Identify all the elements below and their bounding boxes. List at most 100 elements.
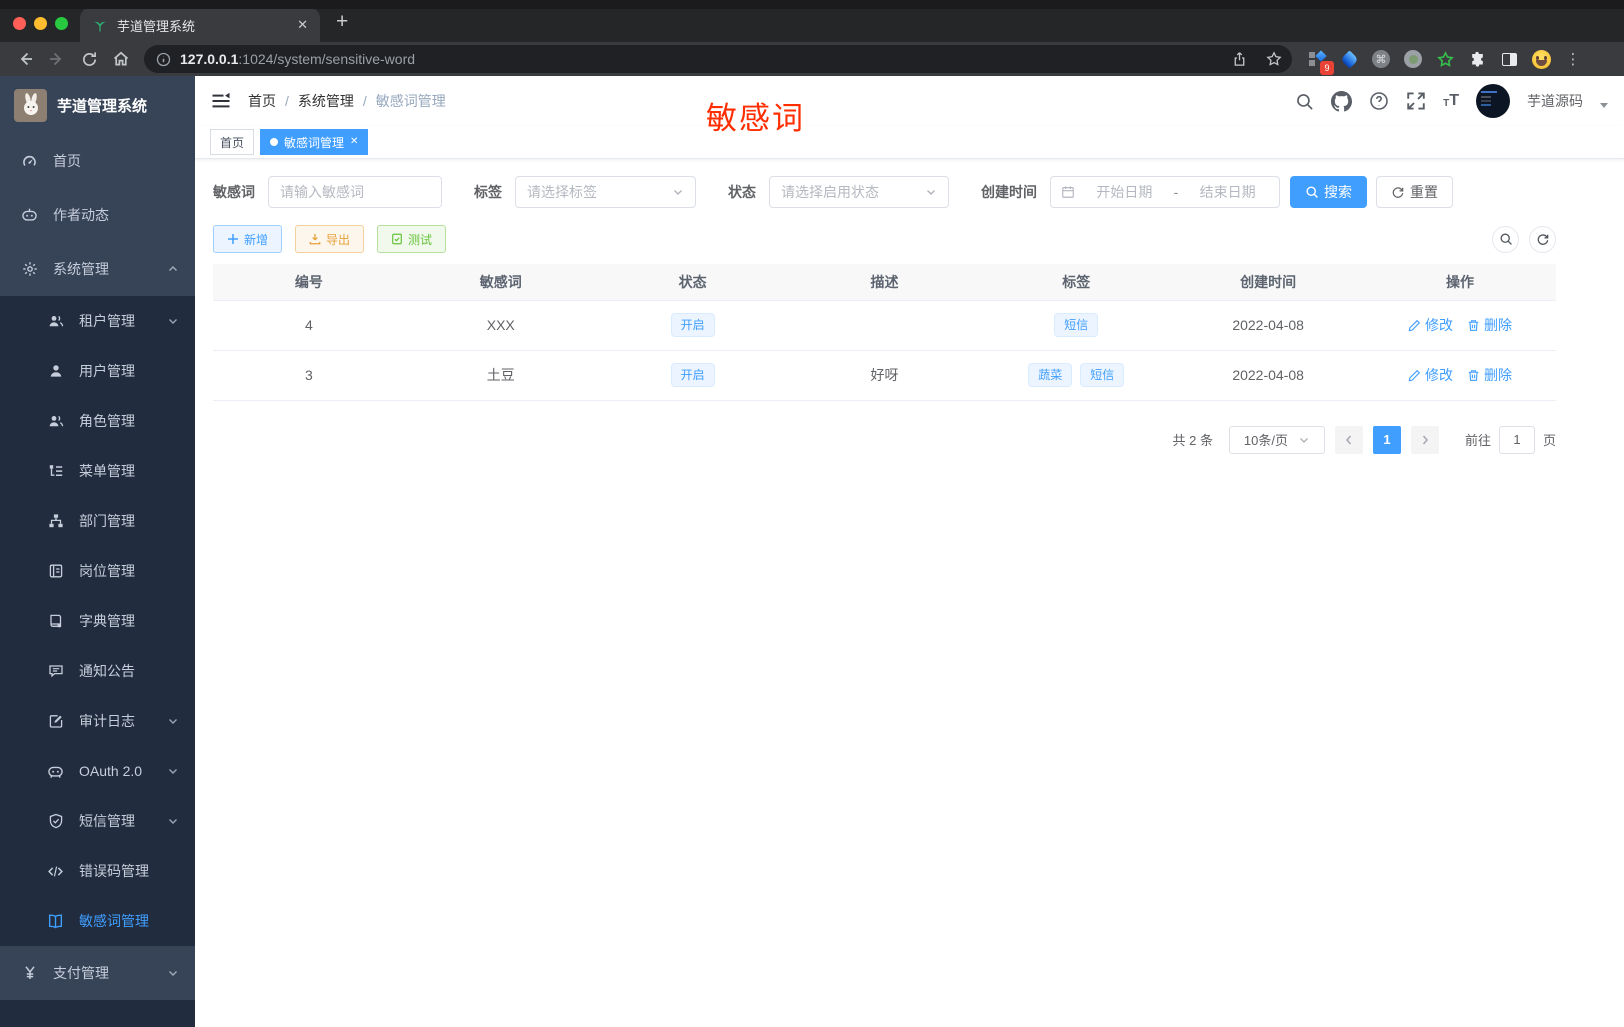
sidebar-item-作者动态[interactable]: 作者动态 [0, 188, 195, 242]
dashboard-icon [21, 153, 38, 170]
sidebar-item-字典管理[interactable]: 字典管理 [0, 596, 195, 646]
delete-link[interactable]: 删除 [1467, 315, 1512, 335]
rabbit-logo-icon [14, 88, 47, 122]
app-logo[interactable]: 芋道管理系统 [0, 76, 195, 134]
breadcrumb-item[interactable]: 首页 [248, 91, 276, 111]
prev-page-icon[interactable] [1334, 425, 1363, 454]
test-button[interactable]: 测试 [377, 225, 447, 253]
keyword-input[interactable] [280, 184, 430, 200]
date-separator: - [1173, 184, 1179, 200]
kite-extension-icon[interactable] [1336, 46, 1362, 72]
sidebar-item-错误码管理[interactable]: 错误码管理 [0, 846, 195, 896]
sidebar-item-用户管理[interactable]: 用户管理 [0, 346, 195, 396]
reload-icon[interactable] [74, 45, 104, 73]
sidebar-item-部门管理[interactable]: 部门管理 [0, 496, 195, 546]
profile-avatar-emoji[interactable] [1528, 46, 1554, 72]
sidebar-item-岗位管理[interactable]: 岗位管理 [0, 546, 195, 596]
page-content: 敏感词 标签 请选择标签 状态 [195, 159, 1624, 1027]
sidebar-item-敏感词管理[interactable]: 敏感词管理 [0, 896, 195, 946]
command-extension-icon[interactable]: ⌘ [1368, 46, 1394, 72]
home-icon[interactable] [106, 45, 136, 73]
record-extension-icon[interactable] [1400, 46, 1426, 72]
url-text: 127.0.0.1:1024/system/sensitive-word [180, 51, 1217, 67]
sidebar-item-租户管理[interactable]: 租户管理 [0, 296, 195, 346]
tenant-users-icon [47, 313, 64, 330]
sidebar-item-label: 短信管理 [79, 813, 135, 829]
cell-id: 3 [213, 350, 405, 401]
table-row: 4 XXX 开启 短信 2022-04-08 修改 删除 [213, 300, 1556, 351]
export-button[interactable]: 导出 [295, 225, 365, 253]
cell-description [788, 300, 981, 351]
current-page-button[interactable]: 1 [1372, 425, 1401, 454]
calendar-icon [1061, 185, 1075, 199]
github-icon[interactable] [1331, 90, 1353, 112]
cell-tags: 短信 [980, 300, 1173, 351]
sidebar-item-label: 通知公告 [79, 663, 135, 679]
site-info-icon[interactable] [156, 52, 171, 67]
pagination: 共 2 条 10条/页 1 前往 页 [213, 425, 1556, 454]
sidebar-item-通知公告[interactable]: 通知公告 [0, 646, 195, 696]
breadcrumb-separator: / [362, 93, 367, 109]
search-button[interactable]: 搜索 [1290, 176, 1367, 208]
maximize-window-button[interactable] [55, 17, 68, 30]
side-panel-icon[interactable] [1496, 46, 1522, 72]
sidebar-item-支付管理[interactable]: 支付管理 [0, 946, 195, 1000]
next-page-icon[interactable] [1410, 425, 1439, 454]
tag-select[interactable]: 请选择标签 [515, 176, 696, 208]
help-icon[interactable] [1369, 91, 1389, 111]
new-tab-button[interactable]: + [336, 10, 348, 34]
tab-close-icon[interactable]: ✕ [297, 17, 308, 33]
sidebar-item-角色管理[interactable]: 角色管理 [0, 396, 195, 446]
tag-view-首页[interactable]: 首页 [210, 129, 255, 155]
search-icon[interactable] [1295, 92, 1314, 111]
tag-view-敏感词管理[interactable]: 敏感词管理 ✕ [260, 129, 369, 155]
toggle-search-icon[interactable] [1492, 225, 1519, 253]
refresh-table-icon[interactable] [1529, 225, 1556, 253]
url-path: :1024/system/sensitive-word [238, 51, 416, 67]
back-icon[interactable] [10, 45, 40, 73]
green-star-extension-icon[interactable] [1432, 46, 1458, 72]
sidebar-item-label: 部门管理 [79, 513, 135, 529]
sidebar-item-OAuth 2.0[interactable]: OAuth 2.0 [0, 746, 195, 796]
bookmark-star-icon[interactable] [1261, 46, 1287, 72]
sidebar-item-首页[interactable]: 首页 [0, 134, 195, 188]
status-select-placeholder: 请选择启用状态 [781, 184, 879, 200]
sidebar-item-系统管理[interactable]: 系统管理 [0, 242, 195, 296]
edit-link[interactable]: 修改 [1408, 365, 1453, 385]
page-size-select[interactable]: 10条/页 [1228, 425, 1325, 454]
extension-grid-icon[interactable]: 9 [1304, 46, 1334, 75]
sidebar-item-label: 用户管理 [79, 363, 135, 379]
browser-tab[interactable]: 芋道管理系统 ✕ [80, 8, 320, 42]
breadcrumb-item: 敏感词管理 [375, 93, 446, 109]
forward-icon[interactable] [42, 45, 72, 73]
puzzle-extensions-icon[interactable] [1464, 46, 1490, 72]
edit-link[interactable]: 修改 [1408, 315, 1453, 335]
minimize-window-button[interactable] [34, 17, 47, 30]
goto-page-input[interactable] [1498, 425, 1535, 454]
url-omnibox[interactable]: 127.0.0.1:1024/system/sensitive-word [144, 45, 1292, 73]
payment-yen-icon [21, 965, 38, 982]
user-avatar[interactable] [1476, 84, 1510, 118]
sidebar-collapse-icon[interactable] [211, 91, 231, 111]
breadcrumb-item[interactable]: 系统管理 [298, 91, 354, 111]
add-button[interactable]: 新增 [213, 225, 283, 253]
status-select[interactable]: 请选择启用状态 [769, 176, 949, 208]
sidebar-item-审计日志[interactable]: 审计日志 [0, 696, 195, 746]
share-icon[interactable] [1226, 46, 1252, 72]
fullscreen-icon[interactable] [1406, 91, 1426, 111]
reset-button[interactable]: 重置 [1376, 176, 1453, 208]
page-size-label: 10条/页 [1243, 433, 1288, 448]
chevron-down-icon[interactable] [1600, 102, 1608, 108]
browser-menu-icon[interactable]: ⋮ [1560, 46, 1586, 72]
menu-tree-icon [47, 463, 64, 480]
tag-view-label: 首页 [220, 135, 245, 150]
sidebar: 芋道管理系统 首页 作者动态 系统管理 租户管理用户管理角色管理 菜单管理部门管理岗位管… [0, 76, 195, 1027]
close-window-button[interactable] [13, 17, 26, 30]
export-button-label: 导出 [326, 232, 351, 247]
sidebar-item-短信管理[interactable]: 短信管理 [0, 796, 195, 846]
tag-close-icon[interactable]: ✕ [350, 137, 358, 147]
delete-link[interactable]: 删除 [1467, 365, 1512, 385]
sidebar-item-菜单管理[interactable]: 菜单管理 [0, 446, 195, 496]
font-size-icon[interactable]: TT [1443, 93, 1459, 109]
date-range-picker[interactable]: 开始日期 - 结束日期 [1050, 176, 1280, 208]
